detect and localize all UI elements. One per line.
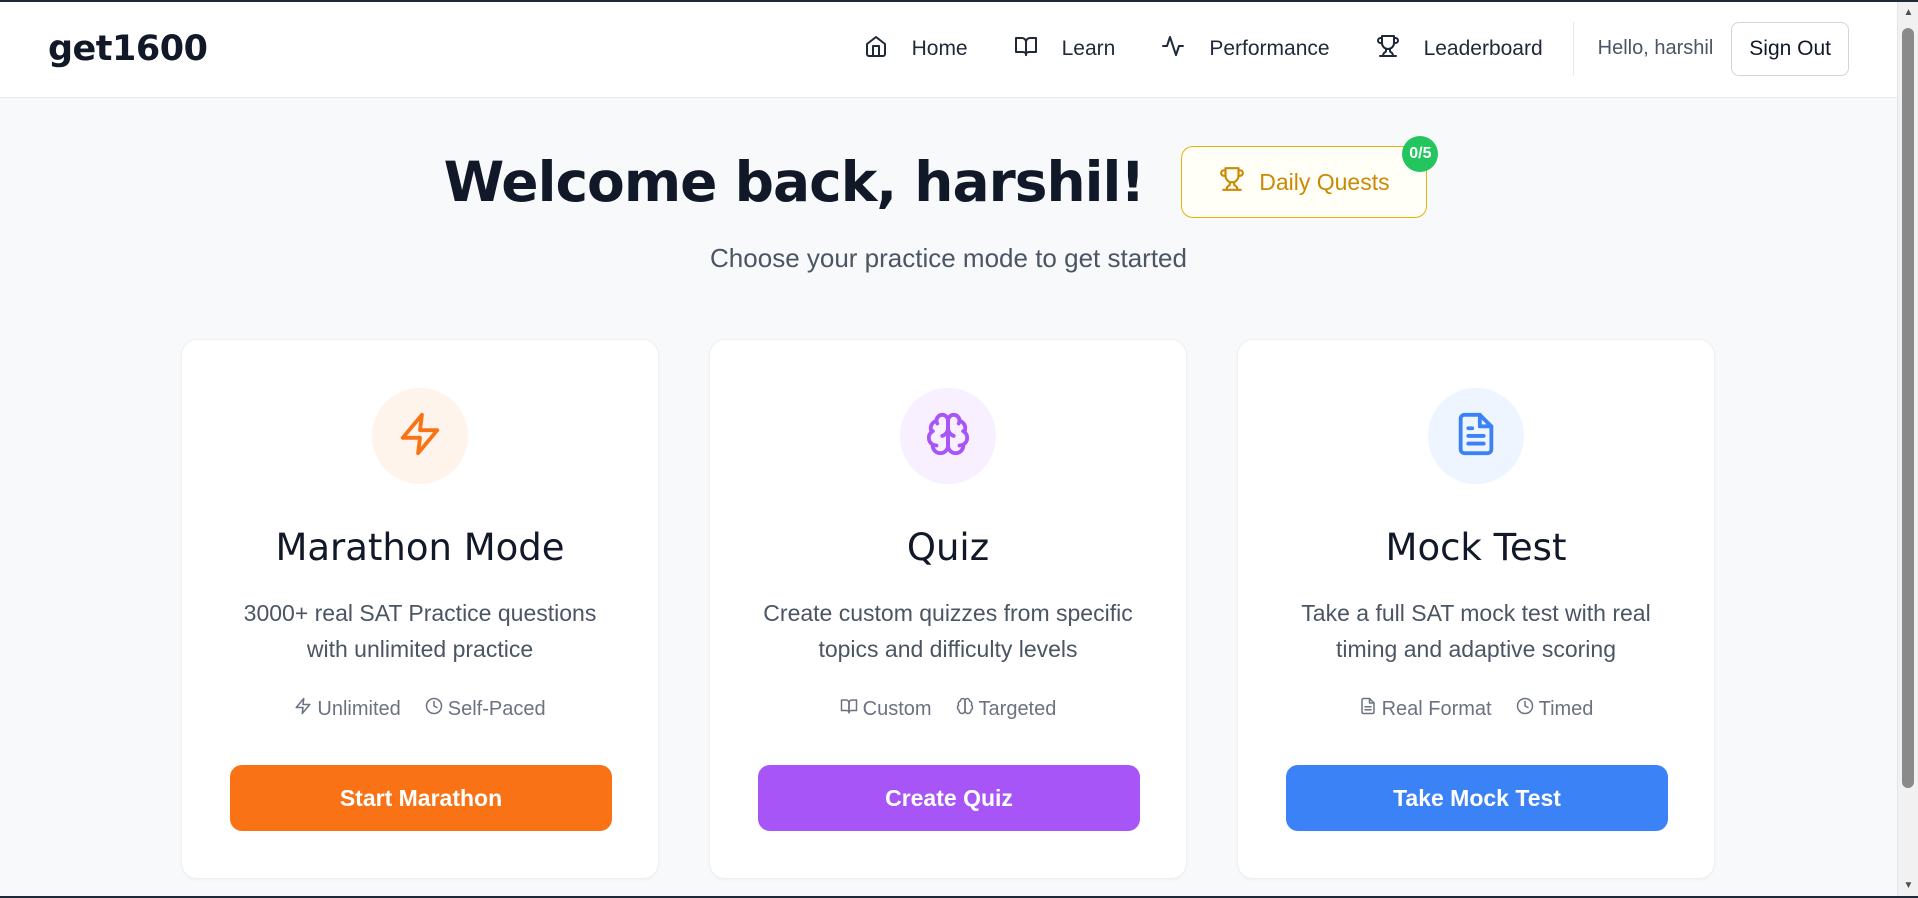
hero-row: Welcome back, harshil! Daily Quests 0/5: [0, 136, 1897, 218]
trophy-icon: [1219, 166, 1245, 198]
book-open-icon: [1014, 34, 1038, 64]
scroll-up-arrow-icon[interactable]: ▲: [1898, 2, 1918, 23]
scroll-down-arrow-icon[interactable]: ▼: [1898, 875, 1918, 896]
clock-icon: [425, 697, 443, 721]
tag-timed: Timed: [1516, 697, 1594, 721]
nav-learn[interactable]: Learn: [1014, 34, 1116, 64]
tag-label: Self-Paced: [447, 697, 546, 720]
trophy-icon: [1376, 34, 1400, 64]
file-text-icon: [1453, 411, 1499, 462]
tag-real-format: Real Format: [1359, 697, 1492, 721]
quest-progress-badge: 0/5: [1402, 136, 1439, 172]
card-description: 3000+ real SAT Practice questions with u…: [243, 600, 597, 662]
quiz-card: Quiz Create custom quizzes from specific…: [709, 339, 1187, 879]
tag-label: Targeted: [978, 697, 1057, 720]
tag-custom: Custom: [840, 697, 932, 721]
marathon-icon-circle: [372, 388, 468, 484]
scrollbar-thumb[interactable]: [1902, 28, 1914, 788]
user-greeting: Hello, harshil: [1597, 37, 1714, 59]
card-title: Marathon Mode: [275, 526, 565, 569]
nav-performance-label: Performance: [1209, 36, 1330, 60]
tag-label: Custom: [862, 697, 932, 720]
brain-icon: [956, 697, 974, 721]
nav-performance[interactable]: Performance: [1161, 34, 1330, 64]
vertical-scrollbar[interactable]: ▲ ▼: [1897, 2, 1918, 896]
card-tags: Custom Targeted: [840, 697, 1057, 721]
tag-label: Unlimited: [317, 697, 401, 720]
take-mock-test-button[interactable]: Take Mock Test: [1286, 765, 1668, 831]
nav-leaderboard[interactable]: Leaderboard: [1376, 34, 1543, 64]
main-nav: Home Learn Performance Leaderboard Hello…: [864, 0, 1849, 97]
nav-divider: [1572, 21, 1574, 76]
daily-quests-label: Daily Quests: [1259, 168, 1390, 195]
clock-icon: [1516, 697, 1534, 721]
activity-icon: [1161, 34, 1185, 64]
tag-targeted: Targeted: [956, 697, 1057, 721]
sign-out-button[interactable]: Sign Out: [1731, 21, 1849, 76]
card-description: Take a full SAT mock test with real timi…: [1301, 600, 1651, 662]
card-tags: Unlimited Self-Paced: [294, 697, 546, 721]
site-logo[interactable]: get1600: [48, 29, 208, 69]
welcome-heading: Welcome back, harshil!: [443, 150, 1146, 214]
nav-leaderboard-label: Leaderboard: [1423, 36, 1543, 60]
tag-label: Real Format: [1381, 697, 1492, 720]
zap-icon: [294, 697, 312, 721]
card-title: Mock Test: [1385, 526, 1567, 569]
file-text-icon: [1359, 697, 1377, 721]
brain-icon: [925, 411, 971, 462]
nav-learn-label: Learn: [1061, 36, 1116, 60]
hero-subtitle: Choose your practice mode to get started: [710, 243, 1187, 273]
nav-home-label: Home: [911, 36, 968, 60]
card-title: Quiz: [906, 526, 990, 569]
marathon-mode-card: Marathon Mode 3000+ real SAT Practice qu…: [181, 339, 659, 879]
nav-home[interactable]: Home: [864, 34, 968, 64]
start-marathon-button[interactable]: Start Marathon: [230, 765, 612, 831]
quiz-icon-circle: [900, 388, 996, 484]
create-quiz-button[interactable]: Create Quiz: [758, 765, 1140, 831]
top-navbar: get1600 Home Learn Performance Leaderboa…: [0, 0, 1897, 98]
daily-quests-button[interactable]: Daily Quests 0/5: [1181, 136, 1439, 218]
card-tags: Real Format Timed: [1359, 697, 1594, 721]
tag-self-paced: Self-Paced: [425, 697, 546, 721]
mock-test-icon-circle: [1428, 388, 1524, 484]
zap-icon: [397, 411, 443, 462]
tag-label: Timed: [1538, 697, 1594, 720]
home-icon: [864, 34, 888, 64]
card-description: Create custom quizzes from specific topi…: [763, 600, 1133, 662]
tag-unlimited: Unlimited: [294, 697, 401, 721]
mock-test-card: Mock Test Take a full SAT mock test with…: [1237, 339, 1715, 879]
book-open-icon: [840, 697, 858, 721]
